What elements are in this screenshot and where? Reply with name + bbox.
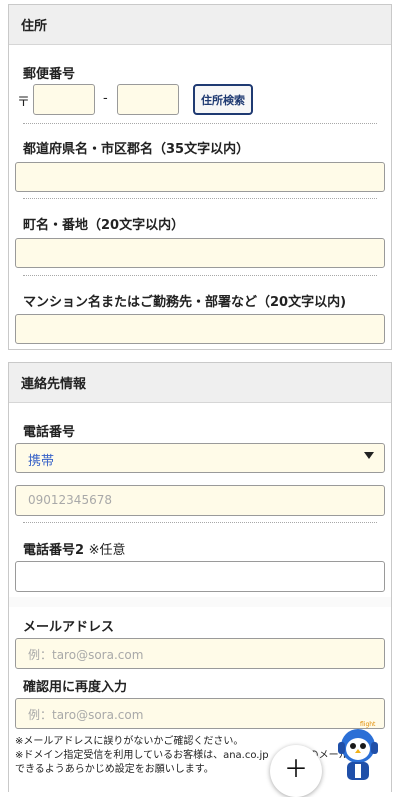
email-placeholder: 例：taro@sora.com bbox=[28, 648, 144, 662]
contact-section-title: 連絡先情報 bbox=[9, 363, 391, 403]
email-confirm-placeholder: 例：taro@sora.com bbox=[28, 708, 144, 722]
address-search-button[interactable]: 住所検索 bbox=[193, 84, 253, 115]
email-input[interactable]: 例：taro@sora.com bbox=[15, 638, 385, 669]
address-section-title: 住所 bbox=[9, 5, 391, 45]
phone-input[interactable]: 09012345678 bbox=[15, 485, 385, 516]
phone-type-select[interactable]: 携帯 bbox=[15, 443, 385, 473]
divider bbox=[23, 198, 377, 199]
postal-code-first-input[interactable] bbox=[33, 84, 95, 115]
optional-tag: ※任意 bbox=[88, 543, 126, 558]
email-label: メールアドレス bbox=[23, 620, 115, 635]
divider bbox=[23, 522, 377, 523]
email-note-3: できるようあらかじめ設定をお願いします。 bbox=[15, 764, 214, 775]
phone2-label: 電話番号2 ※任意 bbox=[23, 539, 125, 558]
email-note-2-text: ※ドメイン指定受信を利用しているお客様は、ana.co.jp bbox=[15, 750, 269, 761]
phone-placeholder: 09012345678 bbox=[28, 493, 112, 507]
address-card: 住所 郵便番号 〒 - 住所検索 都道府県名・市区郡名（35文字以内） 町名・番… bbox=[8, 4, 392, 350]
email-note-1: ※メールアドレスに誤りがないかご確認ください。 bbox=[15, 736, 244, 747]
phone2-input[interactable] bbox=[15, 561, 385, 592]
phone-label: 電話番号 bbox=[23, 425, 76, 440]
mascot-icon[interactable]: flight bbox=[330, 718, 386, 782]
building-label: マンション名またはご勤務先・部署など（20文字以内) bbox=[23, 295, 347, 310]
chevron-down-icon bbox=[364, 452, 374, 459]
town-address-input[interactable] bbox=[15, 238, 385, 268]
postal-code-label: 郵便番号 bbox=[23, 67, 76, 82]
postal-code-second-input[interactable] bbox=[117, 84, 179, 115]
email-confirm-label: 確認用に再度入力 bbox=[23, 680, 128, 695]
prefecture-city-label: 都道府県名・市区郡名（35文字以内） bbox=[23, 142, 250, 157]
phone-type-value: 携帯 bbox=[28, 454, 55, 469]
building-input[interactable] bbox=[15, 314, 385, 344]
phone2-label-text: 電話番号2 bbox=[23, 543, 85, 558]
add-fab-button[interactable]: ＋ bbox=[270, 745, 322, 797]
postal-mark: 〒 bbox=[17, 95, 31, 110]
prefecture-city-input[interactable] bbox=[15, 162, 385, 192]
town-address-label: 町名・番地（20文字以内） bbox=[23, 218, 185, 233]
section-gap bbox=[9, 597, 391, 607]
mascot-tag: flight bbox=[360, 721, 376, 728]
divider bbox=[23, 275, 377, 276]
divider bbox=[23, 123, 377, 124]
postal-dash: - bbox=[103, 91, 108, 106]
